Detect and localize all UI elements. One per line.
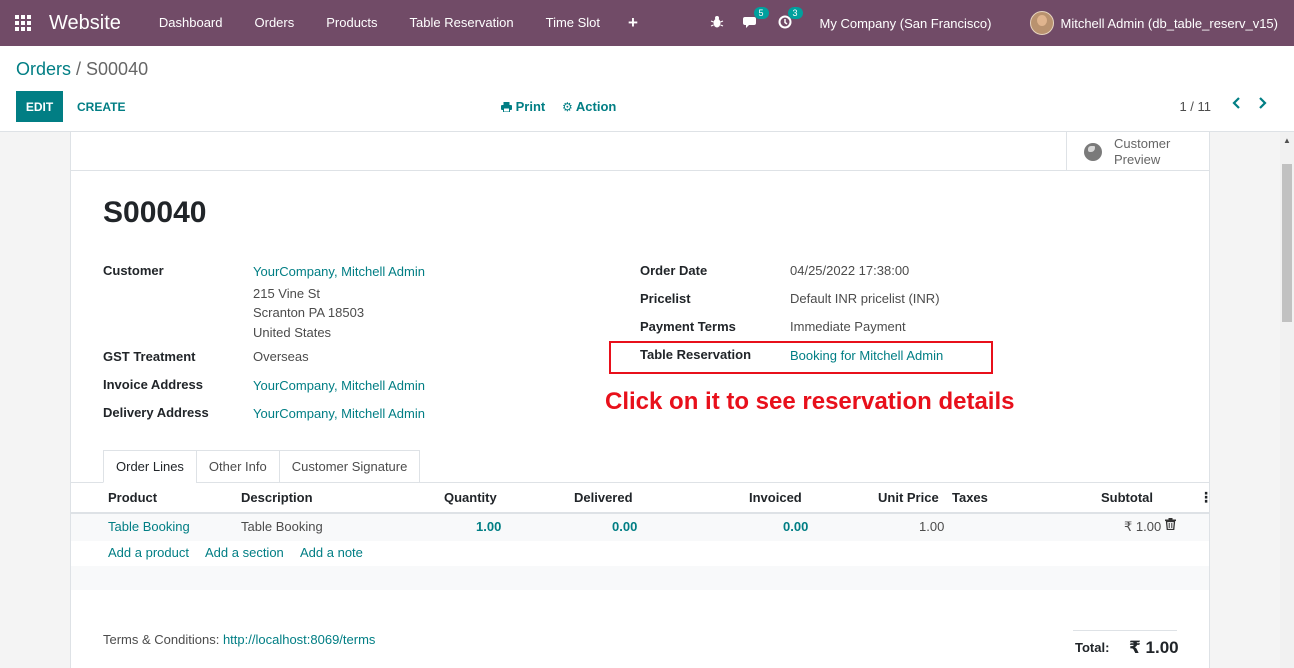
control-panel: Orders / S00040 EDIT CREATE Print ⚙ Acti…	[0, 46, 1294, 132]
company-switcher[interactable]: My Company (San Francisco)	[820, 16, 992, 31]
user-avatar[interactable]	[1029, 11, 1054, 35]
total-label: Total:	[1075, 640, 1110, 655]
trash-icon[interactable]	[1165, 518, 1176, 533]
address-line-2: Scranton PA 18503	[253, 305, 365, 320]
smart-button-box: Customer Preview	[71, 132, 1209, 171]
gst-treatment-value: Overseas	[253, 349, 309, 364]
activity-clock-icon[interactable]: 3	[768, 6, 803, 32]
pricelist-label: Pricelist	[640, 291, 691, 306]
customer-label: Customer	[103, 263, 164, 278]
print-label: Print	[515, 99, 546, 114]
scroll-up-arrow-icon[interactable]: ▲	[1280, 135, 1294, 147]
pager-value[interactable]: 1 / 11	[1179, 99, 1211, 114]
customer-link[interactable]: YourCompany, Mitchell Admin	[253, 264, 425, 279]
terms-and-conditions: Terms & Conditions: http://localhost:806…	[103, 632, 375, 647]
tab-order-lines[interactable]: Order Lines	[103, 450, 197, 483]
pager-previous-icon[interactable]	[1226, 94, 1246, 114]
column-invoiced[interactable]: Invoiced	[749, 490, 802, 505]
row-description[interactable]: Table Booking	[241, 519, 323, 534]
tab-other-info[interactable]: Other Info	[195, 450, 280, 483]
total-divider	[1073, 630, 1177, 631]
messages-icon[interactable]: 5	[734, 6, 769, 32]
row-subtotal: ₹ 1.00	[1124, 519, 1162, 534]
terms-link[interactable]: http://localhost:8069/terms	[223, 632, 375, 647]
row-quantity[interactable]: 1.00	[476, 519, 501, 534]
column-description[interactable]: Description	[241, 490, 313, 505]
invoice-address-link[interactable]: YourCompany, Mitchell Admin	[253, 378, 425, 393]
column-taxes[interactable]: Taxes	[952, 490, 988, 505]
breadcrumb-current: S00040	[86, 59, 149, 79]
optional-columns-kebab-icon[interactable]: ⋮	[1199, 489, 1213, 506]
user-menu[interactable]: Mitchell Admin (db_table_reserv_v15)	[1061, 16, 1279, 31]
order-date-value: 04/25/2022 17:38:00	[790, 263, 910, 278]
gear-icon: ⚙	[562, 100, 573, 114]
payment-terms-value: Immediate Payment	[790, 319, 906, 334]
print-menu[interactable]: Print	[501, 99, 545, 114]
add-product-link[interactable]: Add a product	[108, 545, 189, 560]
payment-terms-label: Payment Terms	[640, 319, 736, 334]
terms-label: Terms & Conditions:	[103, 632, 220, 647]
action-label: Action	[575, 99, 617, 114]
breadcrumb-orders-link[interactable]: Orders	[16, 59, 71, 79]
globe-icon	[1084, 142, 1102, 161]
address-line-3: United States	[253, 325, 332, 340]
print-icon	[501, 102, 512, 113]
column-subtotal[interactable]: Subtotal	[1101, 490, 1153, 505]
delivery-address-label: Delivery Address	[103, 405, 209, 420]
action-menu[interactable]: ⚙ Action	[562, 99, 616, 114]
gst-treatment-label: GST Treatment	[103, 349, 196, 364]
scrollbar-thumb[interactable]	[1282, 164, 1292, 322]
row-product[interactable]: Table Booking	[108, 519, 190, 534]
menu-orders[interactable]: Orders	[239, 0, 311, 46]
edit-button[interactable]: EDIT	[16, 91, 63, 122]
add-note-link[interactable]: Add a note	[300, 545, 363, 560]
pager-next-icon[interactable]	[1253, 94, 1273, 114]
row-unit-price[interactable]: 1.00	[919, 519, 944, 534]
menu-table-reservation[interactable]: Table Reservation	[394, 0, 530, 46]
pricelist-value: Default INR pricelist (INR)	[790, 291, 940, 306]
address-line-1: 215 Vine St	[253, 286, 320, 301]
breadcrumb: Orders / S00040	[16, 59, 148, 80]
delivery-address-link[interactable]: YourCompany, Mitchell Admin	[253, 406, 425, 421]
add-section-link[interactable]: Add a section	[205, 545, 284, 560]
notebook-tabs: Order Lines Other Info Customer Signatur…	[103, 450, 421, 483]
order-title: S00040	[103, 196, 207, 229]
form-sheet: Customer Preview S00040 Customer YourCom…	[70, 132, 1213, 668]
app-brand[interactable]: Website	[49, 12, 121, 35]
highlight-box	[609, 341, 993, 374]
column-unit-price[interactable]: Unit Price	[878, 490, 939, 505]
row-delivered[interactable]: 0.00	[612, 519, 637, 534]
menu-time-slot[interactable]: Time Slot	[530, 0, 616, 46]
scrollbar[interactable]: ▲	[1280, 132, 1294, 668]
top-navbar: Website Dashboard Orders Products Table …	[0, 0, 1294, 46]
apps-menu-icon[interactable]	[0, 0, 46, 46]
column-product[interactable]: Product	[108, 490, 157, 505]
messages-badge: 5	[753, 6, 769, 19]
customer-preview-label: Customer Preview	[1114, 135, 1171, 167]
row-invoiced[interactable]: 0.00	[783, 519, 808, 534]
column-delivered[interactable]: Delivered	[574, 490, 633, 505]
create-button[interactable]: CREATE	[71, 91, 131, 122]
empty-table-row	[71, 566, 1209, 590]
tab-customer-signature[interactable]: Customer Signature	[278, 450, 421, 483]
menu-dashboard[interactable]: Dashboard	[143, 0, 239, 46]
activity-badge: 3	[787, 6, 803, 19]
column-quantity[interactable]: Quantity	[444, 490, 497, 505]
new-content-plus-icon[interactable]: +	[616, 0, 650, 46]
customer-preview-button[interactable]: Customer Preview	[1066, 132, 1209, 171]
debug-bug-icon[interactable]	[700, 15, 734, 32]
annotation-text: Click on it to see reservation details	[605, 388, 1015, 415]
total-value: ₹ 1.00	[1129, 638, 1179, 657]
order-date-label: Order Date	[640, 263, 708, 278]
invoice-address-label: Invoice Address	[103, 377, 203, 392]
breadcrumb-separator: /	[71, 59, 87, 79]
menu-products[interactable]: Products	[310, 0, 393, 46]
